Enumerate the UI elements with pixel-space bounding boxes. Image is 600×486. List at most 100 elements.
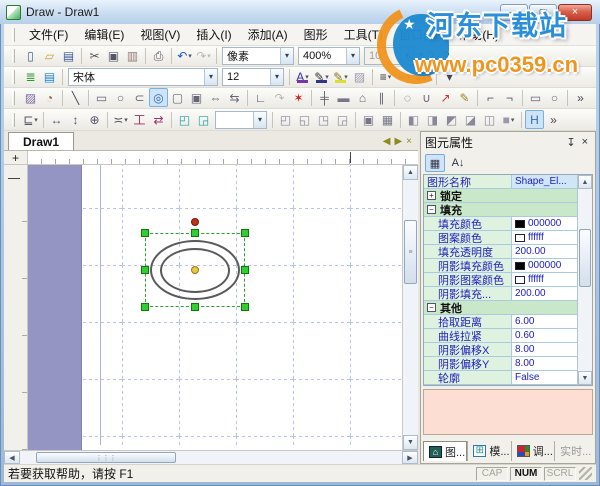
drawing-canvas[interactable] — [28, 165, 402, 450]
page-setup-icon[interactable]: ▤ — [40, 67, 59, 86]
double-arrow-tool-icon[interactable]: ⇔ — [206, 88, 225, 107]
resize-grip[interactable] — [579, 467, 592, 480]
menu-item-3[interactable]: 视图(V) — [132, 24, 188, 45]
send-back-icon[interactable]: ◲ — [194, 110, 213, 129]
dimension1-icon[interactable]: ⌐ — [481, 88, 500, 107]
menu-item-6[interactable]: 图形 — [296, 24, 336, 45]
line-style-icon[interactable]: ┄ ▾ — [395, 67, 414, 86]
pot-icon[interactable]: ◔ — [40, 88, 59, 107]
chevron-down-icon[interactable]: ▾ — [346, 47, 359, 64]
parallel-lines-icon[interactable]: ∥ — [372, 88, 391, 107]
cut-icon[interactable]: ✂ — [85, 46, 104, 65]
selection-handle-ne[interactable] — [241, 229, 249, 237]
intersect-icon[interactable]: ◩ — [442, 110, 461, 129]
weld-icon[interactable]: ◧ — [404, 110, 423, 129]
property-value[interactable]: 8.00 — [512, 343, 577, 356]
property-value[interactable]: 000000 — [512, 217, 577, 230]
menu-item-8[interactable]: 窗口(W) — [391, 24, 450, 45]
menu-item-2[interactable]: 编辑(E) — [76, 24, 132, 45]
polyline-tool-icon[interactable]: ∟ — [251, 88, 270, 107]
scroll-left-icon[interactable]: ◀ — [4, 451, 20, 464]
fill-style-icon[interactable]: ■ ▾ — [499, 110, 518, 129]
sort-az-icon[interactable]: A↓ — [448, 154, 468, 172]
bar-tool-icon[interactable]: ▬ — [334, 88, 353, 107]
cloud-tool-icon[interactable]: ◌ — [398, 88, 417, 107]
bring-front-icon[interactable]: ◰ — [175, 110, 194, 129]
center-vertical-icon[interactable]: 工 — [130, 110, 149, 129]
rect-tool-icon[interactable]: ▭ — [92, 88, 111, 107]
property-value[interactable]: ffffff — [512, 231, 577, 244]
scroll-down-icon[interactable]: ▼ — [578, 371, 592, 385]
vertical-scrollbar[interactable]: ▲ ≡ ▼ — [402, 165, 418, 450]
selection-handle-se[interactable] — [241, 303, 249, 311]
order-forward-icon[interactable]: ◳ — [314, 110, 333, 129]
shadow-color-icon[interactable]: ▨ — [350, 67, 369, 86]
dimension2-icon[interactable]: ¬ — [500, 88, 519, 107]
menu-item-5[interactable]: 添加(A) — [240, 24, 296, 45]
selection-handle-sw[interactable] — [141, 303, 149, 311]
selection-handle-s[interactable] — [191, 303, 199, 311]
arc-tool-icon[interactable]: ⊂ — [130, 88, 149, 107]
save-icon[interactable]: ▤ — [59, 46, 78, 65]
chevron-down-icon[interactable]: ▾ — [204, 68, 217, 85]
panel-tab-2[interactable]: ⊞ 模... — [467, 441, 510, 461]
order-front-icon[interactable]: ◰ — [276, 110, 295, 129]
order-backward-icon[interactable]: ◲ — [333, 110, 352, 129]
hatch-tool-icon[interactable]: ✎ — [455, 88, 474, 107]
same-size-icon[interactable]: ⊕ — [85, 110, 104, 129]
line-width-icon[interactable]: ≡ ▾ — [376, 67, 395, 86]
align-menu-icon[interactable]: ⊑ ▾ — [21, 110, 40, 129]
chevron-down-icon[interactable]: ▾ — [270, 68, 283, 85]
property-category-3[interactable]: − 填充 — [424, 203, 577, 217]
group-icon[interactable]: ▣ — [359, 110, 378, 129]
panel-close-icon[interactable]: × — [579, 136, 591, 148]
toolbar-options-icon[interactable]: ▾ — [440, 67, 459, 86]
zoom-combo[interactable]: 400% ▾ — [298, 46, 360, 65]
property-category-2[interactable]: + 锁定 — [424, 189, 577, 203]
horizontal-scroll-track[interactable]: ⋮⋮⋮ — [20, 451, 402, 464]
center-horizontal-icon[interactable]: ⇄ — [149, 110, 168, 129]
expand-icon[interactable]: + — [427, 191, 436, 200]
scroll-right-icon[interactable]: ▶ — [402, 451, 418, 464]
property-value[interactable]: 0.60 — [512, 329, 577, 342]
unit-combo[interactable]: 像素 ▾ — [222, 46, 294, 65]
open-icon[interactable]: ▱ — [40, 46, 59, 65]
rotation-handle[interactable] — [191, 218, 199, 226]
chord-tool-icon[interactable]: ◎ — [149, 88, 168, 108]
connector-tool-icon[interactable]: ╪ — [315, 88, 334, 107]
subtract-icon[interactable]: ◪ — [461, 110, 480, 129]
font-combo[interactable]: 宋体 ▾ — [68, 67, 218, 86]
menu-item-7[interactable]: 工具(T) — [336, 24, 391, 45]
star-tool-icon[interactable]: ✶ — [289, 88, 308, 107]
redo-icon[interactable]: ↷ ▾ — [194, 46, 213, 65]
property-value[interactable]: Shape_El... — [512, 175, 577, 188]
maximize-button[interactable]: ▢ — [529, 3, 557, 21]
close-button[interactable]: × — [558, 3, 592, 21]
line-tool-icon[interactable]: ╲ — [66, 88, 85, 107]
property-scroll-track[interactable] — [578, 189, 592, 371]
vertical-scroll-track[interactable]: ≡ — [403, 180, 418, 435]
ellipse-tool-icon[interactable]: ○ — [111, 88, 130, 107]
callout-rect-icon[interactable]: ▭ — [526, 88, 545, 107]
property-value[interactable]: False — [512, 371, 577, 384]
chevron-down-icon[interactable]: ▾ — [253, 111, 266, 128]
pointer-tool-icon[interactable]: ↗ — [436, 88, 455, 107]
categorized-view-icon[interactable]: ▦ — [425, 154, 445, 172]
trim-icon[interactable]: ◨ — [423, 110, 442, 129]
layout-mode-icon[interactable]: H — [525, 110, 544, 130]
selection-handle-w[interactable] — [141, 266, 149, 274]
property-value[interactable]: 8.00 — [512, 357, 577, 370]
font-color-icon[interactable]: A ▾ — [293, 67, 312, 86]
property-value[interactable]: ffffff — [512, 273, 577, 286]
horizontal-scrollbar[interactable]: ◀ ⋮⋮⋮ ▶ — [4, 450, 418, 464]
scroll-up-icon[interactable]: ▲ — [403, 165, 418, 180]
panel-tab-4[interactable]: 实时... — [554, 441, 593, 461]
double-rect-tool-icon[interactable]: ▣ — [187, 88, 206, 107]
property-value[interactable]: 6.00 — [512, 315, 577, 328]
property-value[interactable]: 000000 — [512, 259, 577, 272]
horizontal-scroll-thumb[interactable]: ⋮⋮⋮ — [36, 452, 176, 463]
line-color-icon[interactable]: ✎ ▾ — [312, 67, 331, 86]
menu-item-4[interactable]: 插入(I) — [188, 24, 239, 45]
scroll-up-icon[interactable]: ▲ — [578, 175, 592, 189]
minimize-button[interactable]: — — [500, 3, 528, 21]
